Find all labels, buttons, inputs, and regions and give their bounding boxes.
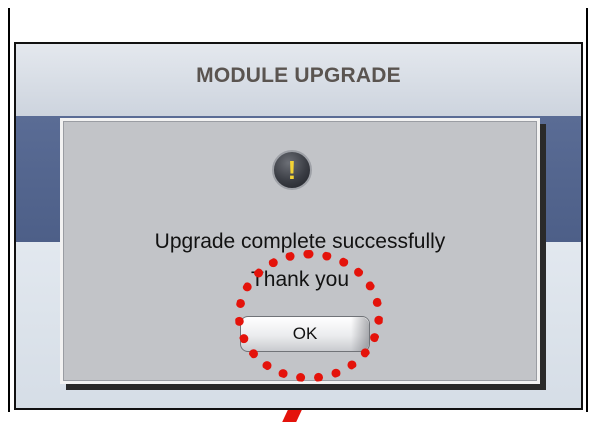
warning-icon: ! <box>272 150 312 190</box>
highlight-circle-annotation <box>235 250 383 382</box>
exclamation-glyph: ! <box>287 155 297 185</box>
page-title: MODULE UPGRADE <box>196 64 401 87</box>
screen-header: MODULE UPGRADE <box>16 44 581 116</box>
